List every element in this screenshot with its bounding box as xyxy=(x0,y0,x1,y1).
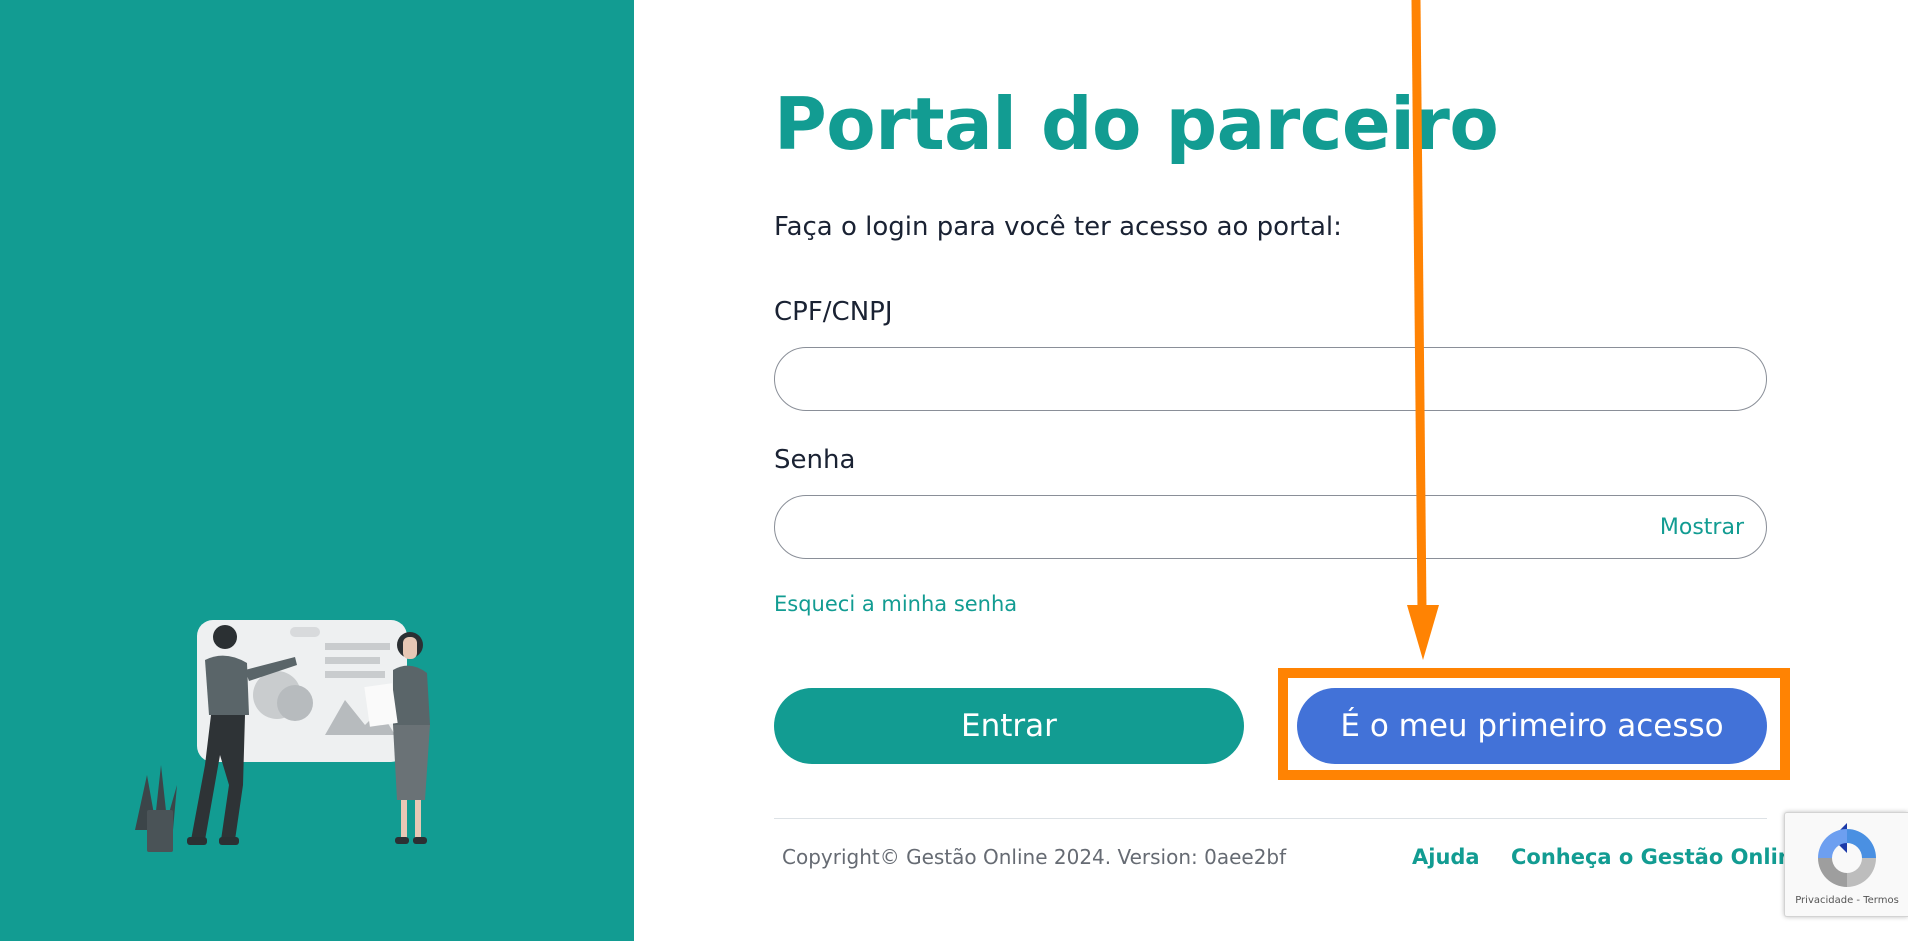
login-page: Portal do parceiro Faça o login para voc… xyxy=(0,0,1908,941)
highlight-box xyxy=(1278,668,1790,780)
business-meeting-illustration xyxy=(135,620,430,852)
password-input[interactable] xyxy=(775,496,1766,558)
recaptcha-terms[interactable]: Privacidade - Termos xyxy=(1785,895,1908,906)
forgot-password-link[interactable]: Esqueci a minha senha xyxy=(774,592,1017,616)
cpf-input[interactable] xyxy=(775,348,1766,410)
about-gestao-online-link[interactable]: Conheça o Gestão Online xyxy=(1511,845,1807,869)
recaptcha-badge[interactable]: Privacidade - Termos xyxy=(1784,812,1908,917)
cpf-label: CPF/CNPJ xyxy=(774,297,893,327)
help-link[interactable]: Ajuda xyxy=(1412,845,1480,869)
enter-button[interactable]: Entrar xyxy=(774,688,1244,764)
password-label: Senha xyxy=(774,445,856,475)
login-form-area: Portal do parceiro Faça o login para voc… xyxy=(774,0,1807,941)
cpf-field-wrapper xyxy=(774,347,1767,411)
footer-divider xyxy=(774,818,1767,819)
recaptcha-icon xyxy=(1818,823,1876,887)
page-title: Portal do parceiro xyxy=(774,82,1499,166)
password-field-wrapper: Mostrar xyxy=(774,495,1767,559)
copyright-text: Copyright© Gestão Online 2024. Version: … xyxy=(782,845,1287,869)
show-password-toggle[interactable]: Mostrar xyxy=(1660,515,1744,540)
brand-panel xyxy=(0,0,634,941)
login-instructions: Faça o login para você ter acesso ao por… xyxy=(774,212,1342,242)
